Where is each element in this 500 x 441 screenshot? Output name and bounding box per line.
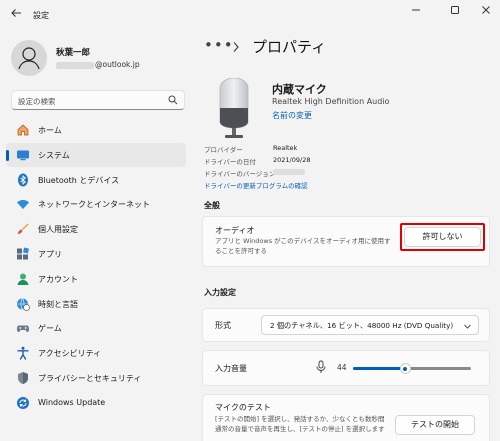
sidebar-item-network[interactable]: ネットワークとインターネット (6, 192, 186, 216)
search-icon (168, 95, 178, 105)
format-card: 形式 2 個のチャネル、16 ビット、48000 Hz (DVD Quality… (202, 308, 490, 342)
sidebar: 秋葉一郎 @outlook.jp 設定の検索 ホーム システム Bluetoot… (0, 30, 192, 441)
sidebar-item-label: アプリ (38, 249, 62, 259)
gamepad-icon (16, 325, 30, 333)
back-arrow-icon[interactable] (8, 7, 24, 23)
app-title: 設定 (33, 11, 49, 20)
driver-update-link[interactable]: ドライバーの更新プログラムの確認 (204, 180, 308, 190)
format-dropdown[interactable]: 2 個のチャネル、16 ビット、48000 Hz (DVD Quality) (261, 315, 479, 335)
property-value-driver-date: 2021/09/28 (273, 156, 311, 164)
sidebar-item-accounts[interactable]: アカウント (6, 267, 186, 291)
audio-card: オーディオ アプリと Windows がこのデバイスをオーディオ用に使用すること… (202, 216, 490, 267)
update-icon (17, 396, 29, 409)
section-title-input: 入力設定 (204, 288, 236, 297)
property-value-provider: Realtek (273, 144, 298, 152)
mic-test-description: [テストの開始] を選択し、発話するか、少なくとも数秒間通常の音量で音声を再生し… (215, 415, 385, 433)
audio-description: アプリと Windows がこのデバイスをオーディオ用に使用することを許可する (215, 237, 391, 255)
sidebar-item-bluetooth[interactable]: Bluetooth とデバイス (6, 168, 186, 192)
sidebar-item-label: 個人用設定 (38, 225, 78, 235)
volume-slider[interactable] (353, 363, 471, 374)
sidebar-item-time-language[interactable]: 時刻と言語 (6, 292, 186, 316)
sidebar-item-label: システム (38, 150, 70, 160)
section-title-general: 全般 (204, 201, 220, 210)
highlight-box: 許可しない (400, 223, 485, 251)
volume-card: 入力音量 44 (202, 350, 490, 386)
volume-value: 44 (337, 363, 347, 372)
volume-slider-fill (353, 367, 405, 370)
sidebar-item-privacy-security[interactable]: プライバシーとセキュリティ (6, 366, 186, 390)
start-test-button[interactable]: テストの開始 (395, 415, 475, 435)
sidebar-item-label: プライバシーとセキュリティ (38, 373, 142, 383)
mic-test-card: マイクのテスト [テストの開始] を選択し、発話するか、少なくとも数秒間通常の音… (202, 394, 490, 441)
sidebar-item-label: Bluetooth とデバイス (38, 175, 120, 185)
apps-icon (17, 247, 29, 260)
rename-link[interactable]: 名前の変更 (272, 110, 312, 121)
redacted-email (56, 61, 94, 69)
sidebar-item-label: ホーム (38, 126, 62, 135)
sidebar-item-home[interactable]: ホーム (6, 118, 186, 142)
format-label: 形式 (215, 321, 231, 330)
sidebar-item-windows-update[interactable]: Windows Update (6, 391, 186, 415)
volume-slider-thumb[interactable] (399, 363, 411, 374)
sidebar-item-system[interactable]: システム (6, 142, 186, 167)
microphone-small-icon (316, 360, 326, 373)
wifi-icon (17, 200, 29, 210)
minimize-icon[interactable] (406, 5, 426, 21)
bluetooth-icon (18, 173, 28, 187)
sidebar-item-personalization[interactable]: 個人用設定 (6, 217, 186, 241)
sidebar-item-gaming[interactable]: ゲーム (6, 316, 186, 340)
avatar[interactable] (11, 40, 47, 76)
property-label-driver-version: ドライバーのバージョン (204, 170, 276, 178)
account-icon (17, 273, 29, 285)
main-content: ••• プロパティ 内蔵マイク Realtek High Definition … (192, 30, 500, 441)
microphone-icon (219, 78, 249, 138)
user-email: @outlook.jp (56, 60, 140, 69)
title-bar: 設定 (0, 0, 500, 30)
sidebar-item-label: Windows Update (38, 397, 106, 407)
audio-title: オーディオ (215, 226, 255, 235)
shield-icon (18, 371, 28, 384)
mic-test-title: マイクのテスト (215, 403, 271, 412)
sidebar-item-label: アクセシビリティ (38, 349, 102, 359)
sidebar-item-apps[interactable]: アプリ (6, 242, 186, 266)
brush-icon (17, 223, 29, 235)
breadcrumb-overflow-button[interactable]: ••• (204, 36, 234, 54)
search-box[interactable]: 設定の検索 (11, 90, 185, 110)
sidebar-item-label: ゲーム (38, 324, 62, 334)
close-icon[interactable] (476, 5, 496, 21)
format-selected-value: 2 個のチャネル、16 ビット、48000 Hz (DVD Quality) (270, 321, 454, 330)
sidebar-item-accessibility[interactable]: アクセシビリティ (6, 341, 186, 365)
sidebar-nav: ホーム システム Bluetooth とデバイス ネットワークとインターネット (6, 118, 186, 416)
search-input[interactable]: 設定の検索 (18, 96, 56, 107)
page-title: プロパティ (252, 38, 327, 56)
sidebar-item-label: 時刻と言語 (38, 299, 78, 309)
sidebar-item-label: アカウント (38, 274, 78, 284)
volume-label: 入力音量 (215, 364, 247, 373)
maximize-icon[interactable] (445, 5, 465, 21)
redacted-driver-version (273, 169, 305, 175)
chevron-down-icon (463, 319, 472, 334)
device-name: 内蔵マイク (272, 83, 327, 96)
user-icon (18, 47, 40, 70)
device-description: Realtek High Definition Audio (272, 97, 390, 106)
property-label-driver-date: ドライバーの日付 (204, 158, 256, 166)
system-icon (17, 150, 29, 160)
sidebar-item-label: ネットワークとインターネット (38, 200, 150, 210)
user-name: 秋葉一郎 (56, 48, 91, 58)
property-label-provider: プロバイダー (204, 146, 243, 154)
chevron-right-icon (232, 35, 240, 57)
globe-clock-icon (17, 297, 30, 311)
dont-allow-button[interactable]: 許可しない (404, 227, 481, 247)
home-icon (17, 124, 29, 136)
accessibility-icon (17, 346, 29, 360)
